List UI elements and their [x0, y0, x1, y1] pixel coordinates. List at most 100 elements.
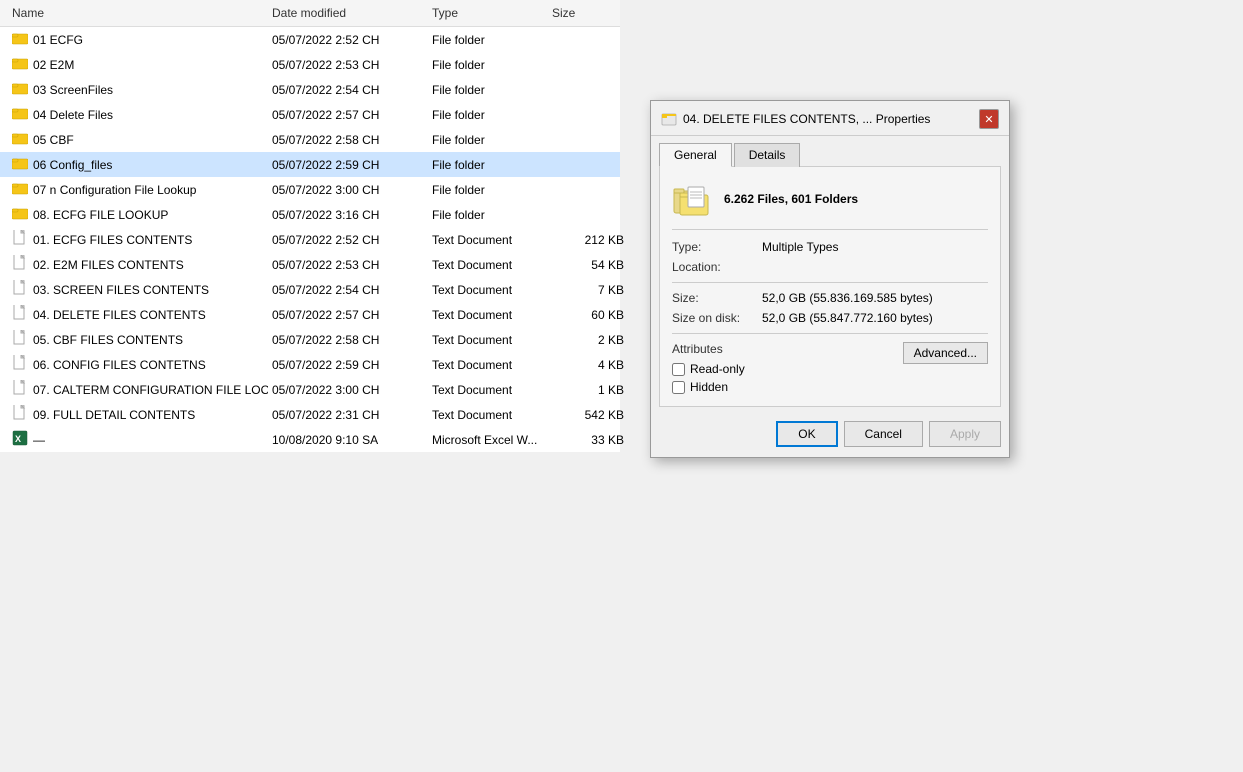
row-size: 2 KB	[548, 332, 628, 348]
row-date: 05/07/2022 2:58 CH	[268, 132, 428, 148]
table-row[interactable]: 06 Config_files 05/07/2022 2:59 CH File …	[0, 152, 620, 177]
location-row: Location:	[672, 260, 988, 274]
separator1	[672, 282, 988, 283]
row-type: Microsoft Excel W...	[428, 432, 548, 448]
close-button[interactable]: ✕	[979, 109, 999, 129]
table-row[interactable]: 03. SCREEN FILES CONTENTS 05/07/2022 2:5…	[0, 277, 620, 302]
row-date: 05/07/2022 2:58 CH	[268, 332, 428, 348]
table-row[interactable]: 08. ECFG FILE LOOKUP 05/07/2022 3:16 CH …	[0, 202, 620, 227]
file-icon	[12, 255, 28, 274]
apply-button[interactable]: Apply	[929, 421, 1001, 447]
row-type: Text Document	[428, 232, 548, 248]
readonly-checkbox-label[interactable]: Read-only	[672, 362, 745, 376]
row-date: 05/07/2022 2:57 CH	[268, 107, 428, 123]
table-row[interactable]: X — 10/08/2020 9:10 SA Microsoft Excel W…	[0, 427, 620, 452]
row-name: 04 Delete Files	[8, 104, 268, 125]
dialog-content: 6.262 Files, 601 Folders Type: Multiple …	[659, 166, 1001, 407]
size-label: Size:	[672, 291, 762, 305]
readonly-checkbox[interactable]	[672, 363, 685, 376]
table-row[interactable]: 07 n Configuration File Lookup 05/07/202…	[0, 177, 620, 202]
row-name: 02 E2M	[8, 54, 268, 75]
properties-dialog: 04. DELETE FILES CONTENTS, ... Propertie…	[650, 100, 1010, 458]
row-name: 03. SCREEN FILES CONTENTS	[8, 279, 268, 300]
row-name: 03 ScreenFiles	[8, 79, 268, 100]
size-disk-label: Size on disk:	[672, 311, 762, 325]
row-size	[548, 89, 628, 91]
cancel-button[interactable]: Cancel	[844, 421, 923, 447]
type-label: Type:	[672, 240, 762, 254]
row-size: 212 KB	[548, 232, 628, 248]
row-date: 05/07/2022 3:00 CH	[268, 182, 428, 198]
folder-icon	[12, 30, 28, 49]
table-row[interactable]: 07. CALTERM CONFIGURATION FILE LOO... 05…	[0, 377, 620, 402]
dialog-titlebar: 04. DELETE FILES CONTENTS, ... Propertie…	[651, 101, 1009, 136]
table-row[interactable]: 06. CONFIG FILES CONTETNS 05/07/2022 2:5…	[0, 352, 620, 377]
row-name: 06. CONFIG FILES CONTETNS	[8, 354, 268, 375]
tab-details[interactable]: Details	[734, 143, 801, 167]
file-icon	[12, 380, 28, 399]
row-size: 1 KB	[548, 382, 628, 398]
table-row[interactable]: 02 E2M 05/07/2022 2:53 CH File folder	[0, 52, 620, 77]
header-name[interactable]: Name	[8, 4, 268, 22]
row-name: 07 n Configuration File Lookup	[8, 179, 268, 200]
row-date: 05/07/2022 2:54 CH	[268, 82, 428, 98]
folder-icon	[12, 130, 28, 149]
row-name: 08. ECFG FILE LOOKUP	[8, 204, 268, 225]
hidden-label: Hidden	[690, 380, 728, 394]
files-info-row: 6.262 Files, 601 Folders	[672, 179, 988, 230]
row-date: 05/07/2022 2:53 CH	[268, 57, 428, 73]
row-date: 05/07/2022 2:59 CH	[268, 357, 428, 373]
row-size	[548, 39, 628, 41]
folder-icon	[12, 180, 28, 199]
header-size[interactable]: Size	[548, 4, 628, 22]
row-size	[548, 139, 628, 141]
row-size	[548, 214, 628, 216]
table-row[interactable]: 05 CBF 05/07/2022 2:58 CH File folder	[0, 127, 620, 152]
folder-icon	[12, 80, 28, 99]
file-icon	[12, 355, 28, 374]
row-type: File folder	[428, 157, 548, 173]
folder-icon	[12, 205, 28, 224]
tab-general[interactable]: General	[659, 143, 732, 167]
row-size: 60 KB	[548, 307, 628, 323]
table-row[interactable]: 04. DELETE FILES CONTENTS 05/07/2022 2:5…	[0, 302, 620, 327]
row-name: 01. ECFG FILES CONTENTS	[8, 229, 268, 250]
size-disk-value: 52,0 GB (55.847.772.160 bytes)	[762, 311, 988, 325]
row-size: 542 KB	[548, 407, 628, 423]
table-row[interactable]: 05. CBF FILES CONTENTS 05/07/2022 2:58 C…	[0, 327, 620, 352]
explorer-header: Name Date modified Type Size	[0, 0, 620, 27]
row-type: Text Document	[428, 332, 548, 348]
row-name: 09. FULL DETAIL CONTENTS	[8, 404, 268, 425]
row-type: Text Document	[428, 382, 548, 398]
type-row: Type: Multiple Types	[672, 240, 988, 254]
table-row[interactable]: 04 Delete Files 05/07/2022 2:57 CH File …	[0, 102, 620, 127]
row-size: 54 KB	[548, 257, 628, 273]
advanced-button[interactable]: Advanced...	[903, 342, 988, 364]
table-row[interactable]: 03 ScreenFiles 05/07/2022 2:54 CH File f…	[0, 77, 620, 102]
table-row[interactable]: 01. ECFG FILES CONTENTS 05/07/2022 2:52 …	[0, 227, 620, 252]
ok-button[interactable]: OK	[776, 421, 837, 447]
header-date[interactable]: Date modified	[268, 4, 428, 22]
row-date: 05/07/2022 2:31 CH	[268, 407, 428, 423]
row-date: 05/07/2022 2:52 CH	[268, 232, 428, 248]
table-row[interactable]: 09. FULL DETAIL CONTENTS 05/07/2022 2:31…	[0, 402, 620, 427]
row-name: X —	[8, 429, 268, 450]
file-icon	[12, 330, 28, 349]
dialog-title: 04. DELETE FILES CONTENTS, ... Propertie…	[683, 112, 930, 126]
hidden-checkbox[interactable]	[672, 381, 685, 394]
row-size	[548, 189, 628, 191]
header-type[interactable]: Type	[428, 4, 548, 22]
hidden-checkbox-label[interactable]: Hidden	[672, 380, 745, 394]
dialog-footer: OK Cancel Apply	[651, 415, 1009, 457]
folder-stack-svg	[672, 179, 712, 219]
table-row[interactable]: 01 ECFG 05/07/2022 2:52 CH File folder	[0, 27, 620, 52]
row-date: 05/07/2022 2:52 CH	[268, 32, 428, 48]
row-name: 07. CALTERM CONFIGURATION FILE LOO...	[8, 379, 268, 400]
dialog-title-icon	[661, 111, 677, 127]
attributes-label: Attributes	[672, 342, 745, 356]
svg-text:X: X	[15, 434, 21, 444]
titlebar-left: 04. DELETE FILES CONTENTS, ... Propertie…	[661, 111, 930, 127]
table-row[interactable]: 02. E2M FILES CONTENTS 05/07/2022 2:53 C…	[0, 252, 620, 277]
files-info-text: 6.262 Files, 601 Folders	[724, 192, 858, 206]
size-disk-row: Size on disk: 52,0 GB (55.847.772.160 by…	[672, 311, 988, 325]
